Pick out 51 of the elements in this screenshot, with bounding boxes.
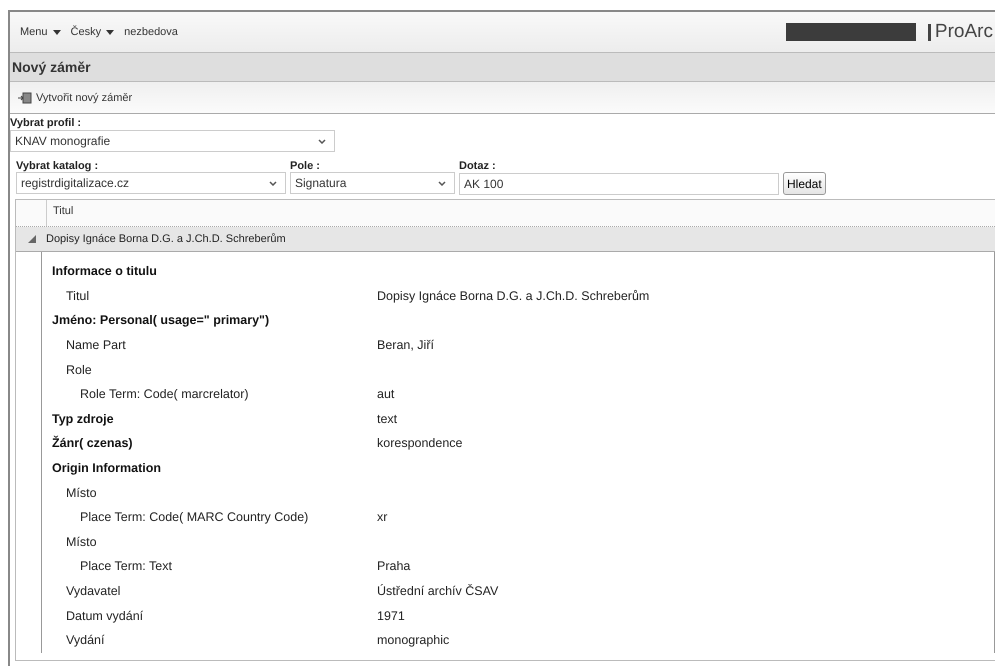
group-row[interactable]: Dopisy Ignáce Borna D.G. a J.Ch.D. Schreberům bbox=[16, 227, 995, 252]
field-name: Origin Information bbox=[52, 461, 162, 476]
catalog-label: Vybrat katalog : bbox=[16, 160, 100, 172]
field-name: Jméno: Personal( usage=" primary") bbox=[52, 313, 270, 328]
field-name: Vydání bbox=[66, 633, 104, 648]
profile-label: Vybrat profil : bbox=[10, 117, 82, 129]
field-name: Role Term: Code( marcrelator) bbox=[80, 387, 249, 402]
field-value: 1971 bbox=[377, 608, 405, 623]
field-name: Typ zdroje bbox=[52, 412, 114, 426]
caret-icon bbox=[106, 30, 114, 34]
field-name: Místo bbox=[66, 486, 97, 500]
field-value: text bbox=[377, 412, 398, 426]
field-value: Dopisy Ignáce Borna D.G. a J.Ch.D. Schreberům bbox=[377, 288, 650, 303]
field-name: Vydavatel bbox=[66, 584, 120, 598]
document-arrow-icon bbox=[18, 92, 32, 104]
field-name: Informace o titulu bbox=[52, 264, 157, 278]
query-field[interactable]: AK 100 bbox=[459, 172, 779, 194]
search-button[interactable]: Hledat bbox=[783, 172, 826, 195]
profile-select[interactable]: KNAV monografie bbox=[10, 130, 335, 152]
create-button[interactable]: Vytvořit nový záměr bbox=[16, 90, 134, 106]
field-name: Místo bbox=[66, 534, 97, 549]
field-value: korespondence bbox=[377, 436, 462, 450]
field-name: Name Part bbox=[66, 338, 126, 352]
chevron-icon bbox=[438, 180, 446, 186]
field-select[interactable]: Signatura bbox=[290, 172, 455, 194]
field-value: xr bbox=[377, 510, 388, 524]
field-name: Datum vydání bbox=[66, 608, 144, 623]
group-title: Dopisy Ignáce Borna D.G. a J.Ch.D. Schreberům bbox=[46, 233, 286, 245]
field-label: Pole : bbox=[290, 160, 321, 172]
field-value: Ústřední archív ČSAV bbox=[377, 584, 498, 598]
chevron-icon bbox=[269, 180, 277, 186]
field-value: Beran, Jiří bbox=[377, 338, 434, 352]
expand-triangle-icon[interactable] bbox=[28, 235, 36, 243]
menu-item[interactable]: Menu bbox=[20, 26, 61, 38]
chevron-icon bbox=[318, 138, 326, 144]
field-value: monographic bbox=[377, 633, 450, 648]
field-name: Titul bbox=[66, 288, 90, 303]
field-value: aut bbox=[377, 387, 394, 402]
field-name: Place Term: Text bbox=[80, 559, 172, 574]
catalog-select[interactable]: registrdigitalizace.cz bbox=[16, 172, 286, 194]
menu-item[interactable]: nezbedova bbox=[124, 26, 178, 38]
caret-icon bbox=[52, 30, 61, 34]
field-name: Žánr( czenas) bbox=[52, 436, 133, 450]
field-name: Place Term: Code( MARC Country Code) bbox=[80, 510, 308, 524]
field-name: Role bbox=[66, 362, 92, 377]
app-logo: ProArc bbox=[934, 21, 993, 43]
query-label: Dotaz : bbox=[459, 160, 497, 172]
page-title: Nový záměr bbox=[12, 59, 91, 75]
column-header[interactable]: Titul bbox=[47, 200, 80, 226]
menu-item[interactable]: Česky bbox=[70, 26, 114, 38]
field-value: Praha bbox=[377, 559, 410, 574]
